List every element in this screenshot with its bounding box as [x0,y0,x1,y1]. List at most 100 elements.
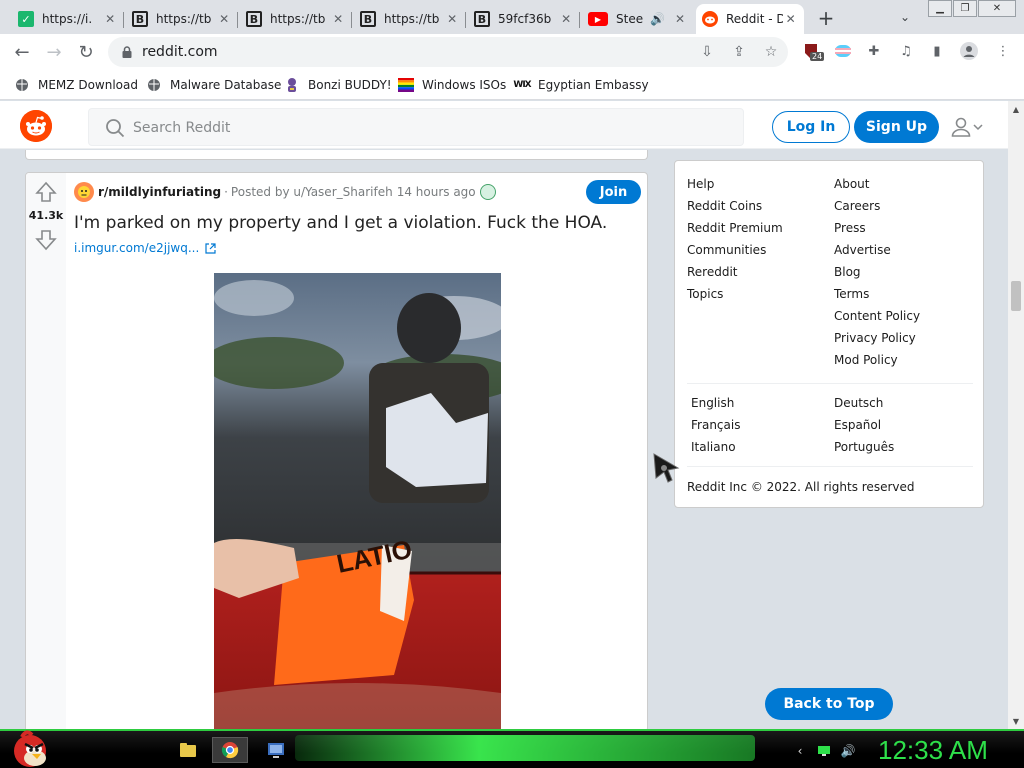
footer-link-press[interactable]: Press [834,221,866,235]
footer-link-advertise[interactable]: Advertise [834,243,891,257]
subreddit-icon[interactable] [74,182,94,202]
language-espanol[interactable]: Español [834,418,881,432]
taskbar-clock[interactable]: 12:33 AM [878,735,988,766]
footer-link-rereddit[interactable]: Rereddit [687,265,738,279]
language-portugues[interactable]: Português [834,440,894,454]
close-icon[interactable]: ✕ [672,11,688,27]
close-window-button[interactable]: ✕ [978,0,1016,17]
footer-link-privacy-policy[interactable]: Privacy Policy [834,331,916,345]
profile-icon[interactable] [960,42,978,60]
footer-link-topics[interactable]: Topics [687,287,723,301]
post-image[interactable]: LATIO [214,273,501,732]
puzzle-icon[interactable]: ✚ [865,42,883,60]
install-app-icon[interactable]: ⇩ [698,43,716,61]
browser-tab-strip: ✓ https://i. ✕ B https://tb ✕ B https://… [0,0,1024,34]
post-title[interactable]: I'm parked on my property and I get a vi… [74,213,607,233]
footer-link-communities[interactable]: Communities [687,243,766,257]
reload-icon[interactable]: ↻ [74,40,98,64]
back-arrow-icon[interactable]: ← [10,40,34,64]
close-icon[interactable]: ✕ [216,11,232,27]
signup-button[interactable]: Sign Up [854,111,939,143]
post-card[interactable]: 41.3k r/mildlyinfuriating · Posted by u/… [25,172,648,732]
forward-arrow-icon[interactable]: → [42,40,66,64]
bookmark-item[interactable]: MEMZ Download [14,76,138,94]
posted-by[interactable]: Posted by u/Yaser_Sharifeh [231,185,393,199]
browser-toolbar: ← → ↻ reddit.com ⇩ ⇪ ☆ 24 ✚ ♫ ▮ ⋮ [0,34,1024,70]
side-panel-icon[interactable]: ▮ [928,42,946,60]
bookmark-item[interactable]: WIX Egyptian Embassy [513,76,648,94]
footer-links-card: Help Reddit Coins Reddit Premium Communi… [674,160,984,508]
back-to-top-button[interactable]: Back to Top [765,688,893,720]
lock-icon[interactable] [120,45,134,59]
footer-link-careers[interactable]: Careers [834,199,880,213]
close-icon[interactable]: ✕ [330,11,346,27]
bookmark-star-icon[interactable]: ☆ [762,43,780,61]
restore-button[interactable]: ❐ [953,0,977,17]
search-input[interactable]: Search Reddit [88,108,744,146]
globe-icon [146,77,162,93]
bookmark-item[interactable]: Windows ISOs [398,76,506,94]
taskbar-chrome-icon[interactable] [212,737,248,763]
minimize-button[interactable]: ▁ [928,0,952,17]
extension-shield-icon[interactable]: 24 [802,42,825,61]
language-italiano[interactable]: Italiano [691,440,736,454]
tab-search-icon[interactable]: ⌄ [896,8,914,26]
tray-chevron-icon[interactable]: ‹ [792,743,808,759]
login-button[interactable]: Log In [772,111,850,143]
flag-extension-icon[interactable] [834,42,852,60]
browser-tab[interactable]: ✓ https://i. ✕ [12,4,124,34]
post-time[interactable]: 14 hours ago [397,185,476,199]
footer-link-reddit-premium[interactable]: Reddit Premium [687,221,783,235]
user-menu-button[interactable] [950,115,990,139]
address-bar[interactable]: reddit.com ⇩ ⇪ ☆ [108,37,788,67]
taskbar-explorer-icon[interactable] [170,737,206,763]
footer-link-about[interactable]: About [834,177,869,191]
downvote-arrow-icon[interactable] [35,229,57,251]
scroll-thumb[interactable] [1011,281,1021,311]
reddit-logo-icon[interactable] [20,110,52,142]
scroll-down-arrow-icon[interactable]: ▼ [1008,713,1024,729]
browser-tab[interactable]: B 59fcf36b ✕ [468,4,580,34]
close-icon[interactable]: ✕ [444,11,460,27]
scroll-up-arrow-icon[interactable]: ▲ [1008,101,1024,117]
subreddit-link[interactable]: r/mildlyinfuriating [98,185,221,199]
media-control-icon[interactable]: ♫ [897,42,915,60]
footer-link-blog[interactable]: Blog [834,265,861,279]
post-link[interactable]: i.imgur.com/e2jjwq... [74,241,216,255]
footer-link-terms[interactable]: Terms [834,287,869,301]
browser-tab[interactable]: B https://tb ✕ [126,4,238,34]
menu-kebab-icon[interactable]: ⋮ [994,42,1012,60]
browser-tab[interactable]: B https://tb ✕ [354,4,466,34]
tab-title: https://tb [384,12,440,26]
language-deutsch[interactable]: Deutsch [834,396,883,410]
close-icon[interactable]: ✕ [558,11,574,27]
tray-volume-icon[interactable]: 🔊 [840,743,856,759]
start-button-angry-bird-icon[interactable] [8,729,50,768]
footer-link-content-policy[interactable]: Content Policy [834,309,920,323]
footer-link-mod-policy[interactable]: Mod Policy [834,353,898,367]
tray-network-icon[interactable] [816,743,832,759]
upvote-arrow-icon[interactable] [35,181,57,203]
close-icon[interactable]: ✕ [783,11,798,27]
browser-tab[interactable]: ▶ Stee 🔊 ✕ [582,4,694,34]
tab-title: Stee [616,12,644,26]
language-francais[interactable]: Français [691,418,740,432]
bookmark-item[interactable]: Bonzi BUDDY! [284,76,392,94]
bookmark-item[interactable]: Malware Database [146,76,281,94]
tab-title: 59fcf36b [498,12,552,26]
browser-tab-active[interactable]: Reddit - D ✕ [696,4,804,34]
speaker-icon[interactable]: 🔊 [650,12,665,26]
close-icon[interactable]: ✕ [102,11,118,27]
chevron-down-icon [973,124,983,131]
taskbar-app-icon[interactable] [258,737,294,763]
footer-link-reddit-coins[interactable]: Reddit Coins [687,199,762,213]
new-tab-button[interactable]: + [814,6,838,30]
share-icon[interactable]: ⇪ [730,43,748,61]
extension-badge: 24 [810,52,825,61]
browser-tab[interactable]: B https://tb ✕ [240,4,352,34]
page-scrollbar[interactable]: ▲ ▼ [1008,101,1024,729]
join-button[interactable]: Join [586,180,641,204]
footer-link-help[interactable]: Help [687,177,714,191]
language-english[interactable]: English [691,396,734,410]
award-icon[interactable] [479,184,496,200]
